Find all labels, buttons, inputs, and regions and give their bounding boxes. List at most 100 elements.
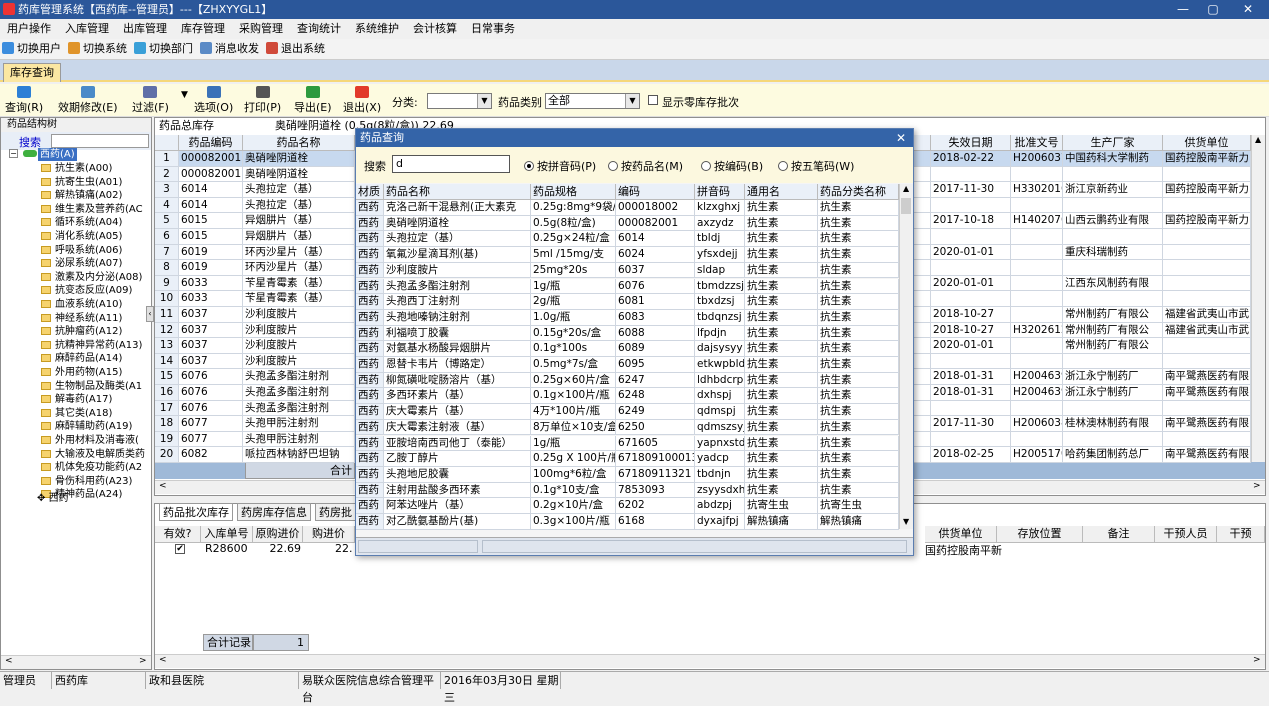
dialog-cell[interactable]: 000082001: [616, 215, 695, 232]
dialog-cell[interactable]: 西药: [356, 451, 384, 467]
dialog-cell[interactable]: 0.1g×100片/瓶: [531, 388, 616, 405]
dialog-cell[interactable]: 西药: [356, 482, 384, 499]
dialog-cell[interactable]: 8万单位×10支/盒: [531, 419, 616, 436]
dialog-cell[interactable]: 西药: [356, 247, 384, 263]
dialog-cell[interactable]: 100mg*6粒/盒: [531, 466, 616, 483]
tree-node[interactable]: 呼吸系统(A06): [41, 244, 122, 258]
dialog-cell[interactable]: dyxajfpj: [695, 514, 745, 530]
dialog-cell[interactable]: 抗生素: [818, 372, 899, 389]
dialog-cell[interactable]: 庆大霉素注射液（基）: [384, 419, 531, 436]
drug-code-cell[interactable]: 6082: [179, 447, 243, 463]
dialog-cell[interactable]: 抗生素: [745, 341, 818, 357]
scroll-thumb[interactable]: [901, 198, 911, 214]
dialog-cell[interactable]: dxhspj: [695, 388, 745, 405]
dialog-cell[interactable]: 671605: [616, 435, 695, 452]
drug-code-cell[interactable]: 6076: [179, 400, 243, 417]
dialog-cell[interactable]: lfpdjn: [695, 325, 745, 342]
drug-name-cell[interactable]: 奥硝唑阴道栓: [243, 166, 355, 183]
dialog-cell[interactable]: 西药: [356, 215, 384, 232]
zero-stock-checkbox[interactable]: [648, 95, 658, 105]
search-mode-radio[interactable]: 按拼音码(P): [524, 158, 596, 174]
drug-code-cell[interactable]: 6014: [179, 182, 243, 198]
tree-node[interactable]: 神经系统(A11): [41, 312, 122, 326]
dialog-cell[interactable]: 抗生素: [818, 482, 899, 499]
dialog-cell[interactable]: 0.15g*20s/盒: [531, 325, 616, 342]
dialog-cell[interactable]: 6250: [616, 419, 695, 436]
menu-item[interactable]: 出库管理: [116, 19, 174, 39]
drug-name-cell[interactable]: 苄星青霉素（基）: [243, 275, 355, 292]
dialog-cell[interactable]: 西药: [356, 200, 384, 216]
scroll-up-icon[interactable]: ▲: [903, 184, 909, 193]
drug-name-cell[interactable]: 异烟肼片（基）: [243, 213, 355, 229]
dialog-cell[interactable]: tbdnjn: [695, 466, 745, 483]
drug-code-cell[interactable]: 6033: [179, 275, 243, 292]
dialog-cell[interactable]: 亚胺培南西司他丁（泰能）: [384, 435, 531, 452]
drug-name-cell[interactable]: 环丙沙星片（基）: [243, 260, 355, 276]
dialog-cell[interactable]: 注射用盐酸多西环素: [384, 482, 531, 499]
dialog-cell[interactable]: 抗生素: [818, 231, 899, 248]
dialog-cell[interactable]: zsyysdxh: [695, 482, 745, 499]
dialog-cell[interactable]: sldap: [695, 262, 745, 279]
dialog-cell[interactable]: 抗生素: [818, 262, 899, 279]
drug-code-cell[interactable]: 6019: [179, 260, 243, 276]
dialog-cell[interactable]: 抗生素: [818, 325, 899, 342]
dialog-cell[interactable]: 西药: [356, 466, 384, 483]
dialog-cell[interactable]: 西药: [356, 325, 384, 342]
tree-node[interactable]: 解毒药(A17): [41, 393, 112, 407]
dialog-close-icon[interactable]: ✕: [896, 129, 906, 147]
dialog-cell[interactable]: 0.25g×60片/盒: [531, 372, 616, 389]
tree-node[interactable]: 消化系统(A05): [41, 230, 122, 244]
dialog-cell[interactable]: 对氨基水杨酸异烟肼片: [384, 341, 531, 357]
dialog-cell[interactable]: 67180911321: [616, 466, 695, 483]
drug-name-cell[interactable]: 环丙沙星片（基）: [243, 244, 355, 261]
dialog-cell[interactable]: 抗生素: [745, 466, 818, 483]
dialog-cell[interactable]: 6248: [616, 388, 695, 405]
toolbar-button[interactable]: 效期修改(E): [58, 86, 118, 115]
dialog-cell[interactable]: 000018002: [616, 200, 695, 216]
menu-item[interactable]: 采购管理: [232, 19, 290, 39]
splitter-handle[interactable]: ‹: [146, 306, 154, 322]
scroll-up-icon[interactable]: ▲: [1255, 135, 1261, 144]
dialog-cell[interactable]: 头孢拉定（基）: [384, 231, 531, 248]
dialog-cell[interactable]: 抗寄生虫: [818, 498, 899, 514]
dialog-search-input[interactable]: d: [392, 155, 510, 173]
dialog-cell[interactable]: 抗生素: [818, 200, 899, 216]
maximize-button[interactable]: ▢: [1198, 0, 1228, 19]
menu-item[interactable]: 库存管理: [174, 19, 232, 39]
dialog-cell[interactable]: 头孢孟多酯注射剂: [384, 278, 531, 295]
tree-node[interactable]: 血液系统(A10): [41, 298, 122, 312]
dialog-cell[interactable]: 抗生素: [818, 466, 899, 483]
dialog-cell[interactable]: 0.25g X 100片/瓶: [531, 451, 616, 467]
dialog-cell[interactable]: 0.5mg*7s/盒: [531, 357, 616, 373]
tree-root[interactable]: 西药(A): [38, 148, 77, 161]
drug-code-cell[interactable]: 6037: [179, 338, 243, 354]
dialog-cell[interactable]: 6076: [616, 278, 695, 295]
tree-node[interactable]: 维生素及营养药(AC: [41, 203, 143, 217]
dialog-cell[interactable]: 西药: [356, 388, 384, 405]
dialog-cell[interactable]: 0.25g×24粒/盒: [531, 231, 616, 248]
drug-name-cell[interactable]: 沙利度胺片: [243, 353, 355, 370]
drug-code-cell[interactable]: 6077: [179, 416, 243, 432]
dialog-cell[interactable]: 头孢地嗪钠注射剂: [384, 309, 531, 326]
dialog-cell[interactable]: qdmszsyj: [695, 419, 745, 436]
dialog-cell[interactable]: 西药: [356, 294, 384, 310]
class-select[interactable]: ▼: [427, 93, 492, 109]
tree-node[interactable]: 抗变态反应(A09): [41, 284, 132, 298]
bottom-tab[interactable]: 药品批次库存: [159, 503, 233, 521]
tab-inventory-query[interactable]: 库存查询: [3, 63, 61, 82]
menu-item[interactable]: 系统维护: [348, 19, 406, 39]
dropdown-arrow-icon[interactable]: ▼: [181, 90, 188, 100]
drug-name-cell[interactable]: 奥硝唑阴道栓: [243, 151, 355, 167]
scroll-left-icon[interactable]: <: [5, 656, 13, 666]
tree-node[interactable]: 麻醉药品(A14): [41, 352, 122, 366]
batch-hscroll[interactable]: < >: [155, 654, 1265, 668]
dialog-cell[interactable]: tbmdzzsj: [695, 278, 745, 295]
tree-hscroll[interactable]: < >: [1, 655, 151, 669]
dialog-cell[interactable]: etkwpbld: [695, 357, 745, 373]
dialog-cell[interactable]: yapnxstd: [695, 435, 745, 452]
dialog-cell[interactable]: 解热镇痛: [745, 514, 818, 530]
dialog-cell[interactable]: tbdqnzsj: [695, 309, 745, 326]
quick-button[interactable]: 切换系统: [66, 39, 132, 59]
dialog-cell[interactable]: 抗生素: [745, 294, 818, 310]
dialog-cell[interactable]: 抗生素: [745, 451, 818, 467]
